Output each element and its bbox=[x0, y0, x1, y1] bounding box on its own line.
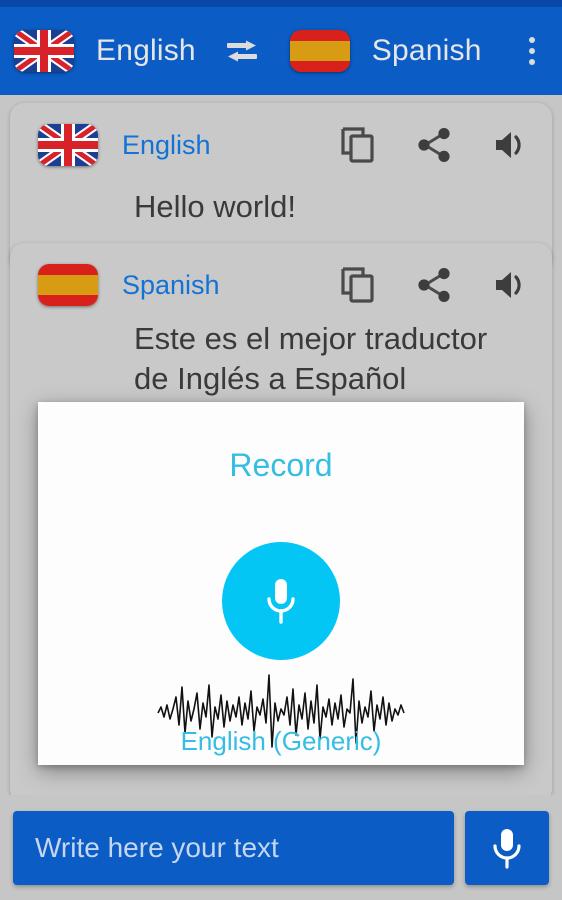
dot bbox=[529, 37, 535, 43]
search-input[interactable] bbox=[13, 810, 454, 885]
record-dialog: Record English (Generic) bbox=[38, 402, 524, 765]
uk-flag-icon[interactable] bbox=[14, 30, 74, 72]
dot bbox=[529, 48, 535, 54]
microphone-icon bbox=[493, 828, 521, 869]
status-bar bbox=[0, 0, 562, 7]
microphone-icon bbox=[267, 579, 295, 624]
voice-input-button[interactable] bbox=[465, 810, 549, 885]
more-vert-icon[interactable] bbox=[516, 31, 548, 71]
app-bar: English Spanish bbox=[0, 7, 562, 95]
dot bbox=[529, 59, 535, 65]
target-language-label[interactable]: Spanish bbox=[372, 34, 482, 68]
source-language-label[interactable]: English bbox=[96, 34, 196, 68]
record-language-label: English (Generic) bbox=[180, 726, 382, 756]
record-button[interactable] bbox=[222, 542, 340, 660]
bottom-input-bar bbox=[0, 795, 562, 900]
swap-arrows-icon[interactable] bbox=[222, 34, 262, 68]
spain-flag-icon[interactable] bbox=[289, 30, 350, 72]
record-dialog-title: Record bbox=[229, 447, 333, 483]
translation-list: English Hello world! Spanish Este es el … bbox=[0, 95, 562, 795]
